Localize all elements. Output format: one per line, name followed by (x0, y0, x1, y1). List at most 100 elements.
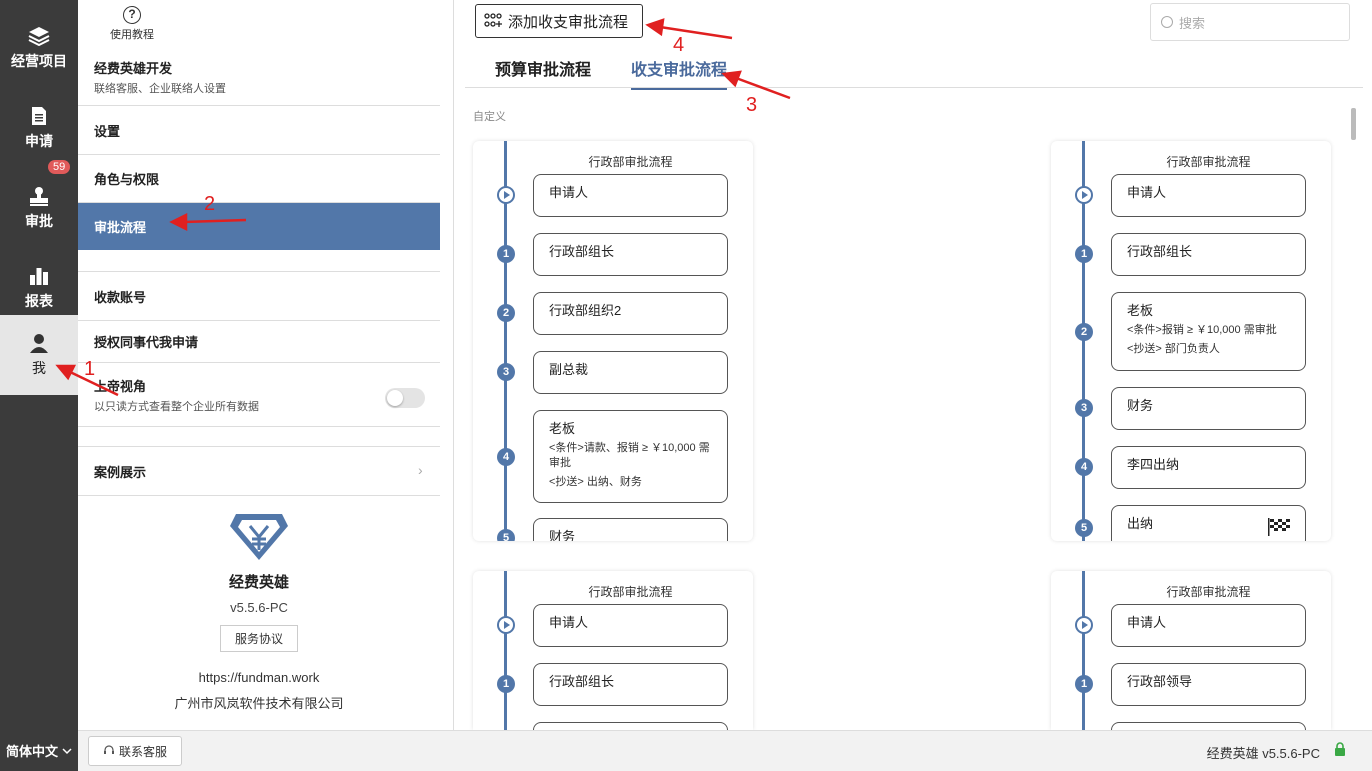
flow-node[interactable]: 行政部领导 (1111, 663, 1306, 706)
app-name: 经费英雄 (228, 574, 289, 591)
flow-card[interactable]: 行政部审批流程 申请人 1 行政部组长 2 老板 <条件>报销 ≥ ￥10,00… (1051, 141, 1331, 541)
section-label: 自定义 (473, 111, 506, 123)
search-input[interactable]: 搜索 (1150, 3, 1350, 41)
row-label: 收款账号 (94, 289, 147, 305)
node-name: 老板 (549, 421, 576, 436)
node-condition: <条件>报销 ≥ ￥10,000 需审批 (1127, 324, 1277, 336)
nav-item-label: 经营项目 (11, 53, 67, 69)
flow-node[interactable]: 行政部组长 (533, 233, 728, 276)
add-flow-label: 添加收支审批流程 (508, 13, 629, 31)
row-label: 设置 (94, 123, 121, 139)
node-name: 副总裁 (549, 362, 589, 377)
company-name: 广州市风岚软件技术有限公司 (174, 696, 344, 711)
stamp-icon (28, 185, 50, 207)
flow-node[interactable]: 财务 (533, 518, 728, 541)
payee-account-row[interactable]: 收款账号 (78, 272, 440, 321)
node-cc: <抄送> 出纳、财务 (549, 476, 642, 488)
language-selector[interactable]: 简体中文 (0, 730, 78, 771)
step-number: 3 (497, 363, 515, 381)
step-number: 5 (497, 529, 515, 541)
footer-version: 经费英雄 v5.5.6-PC (1206, 746, 1320, 761)
flow-node[interactable]: 申请人 (533, 604, 728, 647)
flow-card[interactable]: 行政部审批流程 申请人 1 行政部组长 2 行政部组织2 3 副总裁 4 老板 … (473, 141, 753, 541)
nav-item-label: 报表 (25, 293, 53, 309)
flow-node[interactable] (533, 722, 728, 730)
app-logo (78, 512, 440, 565)
flow-node[interactable]: 老板 <条件>报销 ≥ ￥10,000 需审批 <抄送> 部门负责人 (1111, 292, 1306, 371)
chevron-right-icon: › (418, 462, 423, 478)
node-name: 行政部组织2 (549, 303, 622, 318)
company-title: 经费英雄开发 (94, 60, 173, 76)
god-view-toggle[interactable] (385, 388, 425, 408)
app-version: v5.5.6-PC (230, 600, 288, 615)
start-node-icon (497, 616, 515, 634)
flow-title: 行政部审批流程 (588, 155, 673, 169)
roles-row[interactable]: 角色与权限 (78, 155, 440, 203)
checkered-flag-icon (1267, 518, 1291, 541)
add-flow-button[interactable]: 添加收支审批流程 (475, 4, 643, 38)
flow-node[interactable]: 出纳 (1111, 505, 1306, 541)
start-node-icon (1075, 186, 1093, 204)
chevron-down-icon (62, 743, 72, 758)
tab-income-expense-flow[interactable]: 收支审批流程 (631, 56, 728, 90)
flow-node[interactable]: 副总裁 (533, 351, 728, 394)
step-number: 4 (1075, 458, 1093, 476)
flow-title: 行政部审批流程 (588, 585, 673, 599)
about-section: 经费英雄 v5.5.6-PC 服务协议 https://fundman.work… (78, 512, 440, 712)
headset-icon (103, 744, 115, 759)
flow-node[interactable]: 行政部组织2 (533, 292, 728, 335)
showcase-row[interactable]: 案例展示 (78, 447, 440, 496)
approval-flow-row[interactable]: 审批流程 (78, 203, 440, 250)
content-scrollbar[interactable] (1351, 108, 1356, 140)
spacer-row (78, 250, 440, 272)
search-icon (1161, 16, 1173, 28)
support-label: 联系客服 (119, 744, 168, 759)
flow-node[interactable]: 行政部组长 (533, 663, 728, 706)
node-name: 行政部组长 (549, 244, 615, 259)
nav-item-apply[interactable]: 申请 (0, 88, 78, 168)
step-number: 2 (497, 304, 515, 322)
flow-node[interactable]: 申请人 (533, 174, 728, 217)
flow-card[interactable]: 行政部审批流程 申请人 1 行政部领导 (1051, 571, 1331, 730)
agreement-button[interactable]: 服务协议 (219, 625, 298, 652)
node-name: 出纳 (1127, 516, 1154, 531)
nav-item-projects[interactable]: 经营项目 (0, 8, 78, 88)
step-number: 1 (497, 245, 515, 263)
tab-budget-flow[interactable]: 预算审批流程 (495, 56, 591, 88)
node-name: 行政部组长 (1127, 244, 1193, 259)
grid-add-icon (484, 12, 502, 30)
user-icon (28, 332, 50, 354)
delegate-row[interactable]: 授权同事代我申请 (78, 321, 440, 363)
contact-support-button[interactable]: 联系客服 (88, 736, 183, 766)
nav-item-label: 审批 (25, 213, 53, 229)
row-label: 审批流程 (94, 220, 147, 235)
annotation-label: 4 (673, 34, 685, 56)
settings-panel: ? 使用教程 经费英雄开发 联络客服、企业联络人设置 设置 角色与权限 审批流程… (78, 0, 527, 730)
node-name: 申请人 (549, 615, 589, 630)
flow-node[interactable]: 申请人 (1111, 604, 1306, 647)
website-link[interactable]: https://fundman.work (78, 670, 440, 685)
flow-node[interactable] (1111, 722, 1306, 730)
start-node-icon (497, 186, 515, 204)
nav-item-approve[interactable]: 审批 (0, 168, 78, 248)
flow-node[interactable]: 李四出纳 (1111, 446, 1306, 489)
node-condition: <条件>请款、报销 ≥ ￥10,000 需审批 (549, 442, 710, 469)
approval-count-badge: 59 (48, 160, 71, 174)
step-number: 3 (1075, 399, 1093, 417)
flow-node[interactable]: 行政部组长 (1111, 233, 1306, 276)
node-name: 申请人 (1127, 185, 1167, 200)
lock-icon (1334, 742, 1346, 756)
settings-row[interactable]: 设置 (78, 106, 440, 155)
flow-node[interactable]: 申请人 (1111, 174, 1306, 217)
nav-item-me[interactable]: 我 (0, 315, 78, 395)
row-label: 案例展示 (94, 464, 147, 480)
node-name: 李四出纳 (1127, 457, 1180, 472)
flow-node[interactable]: 老板 <条件>请款、报销 ≥ ￥10,000 需审批 <抄送> 出纳、财务 (533, 410, 728, 503)
flow-card[interactable]: 行政部审批流程 申请人 1 行政部组长 (473, 571, 753, 730)
flow-node[interactable]: 财务 (1111, 387, 1306, 430)
annotation-label: 2 (204, 193, 216, 215)
step-number: 1 (497, 675, 515, 693)
node-name: 老板 (1127, 303, 1154, 318)
company-row[interactable]: 经费英雄开发 联络客服、企业联络人设置 (78, 48, 440, 106)
help-button[interactable]: ? 使用教程 (102, 6, 162, 42)
